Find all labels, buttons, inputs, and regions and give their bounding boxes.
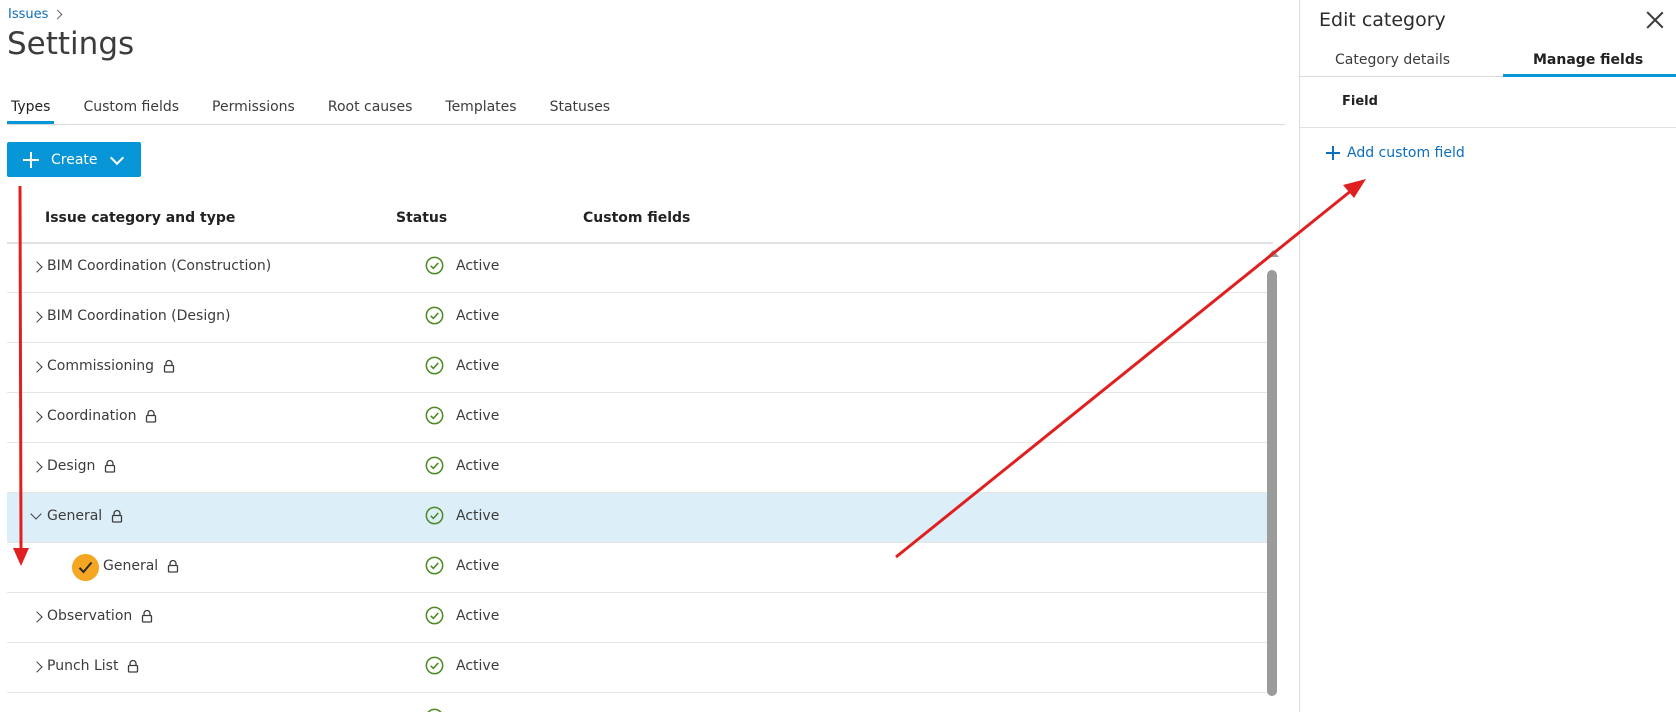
field-table-header: Field [1300, 78, 1676, 128]
breadcrumb: Issues [8, 7, 63, 22]
chevron-right-icon[interactable] [31, 461, 43, 473]
add-custom-field-label: Add custom field [1347, 145, 1465, 161]
checkmark-badge-icon [72, 554, 99, 581]
field-column-label: Field [1342, 94, 1378, 109]
chevron-right-icon[interactable] [31, 411, 43, 423]
status-text: Active [456, 357, 500, 374]
check-circle-icon [425, 456, 444, 475]
table-row[interactable]: Coordination Active [7, 393, 1267, 443]
check-circle-icon [425, 606, 444, 625]
tab-types[interactable]: Types [7, 90, 55, 124]
tab-statuses[interactable]: Statuses [546, 90, 615, 123]
check-circle-icon [425, 556, 444, 575]
panel-title: Edit category [1319, 9, 1446, 31]
tab-category-details[interactable]: Category details [1335, 52, 1450, 68]
chevron-right-icon[interactable] [31, 361, 43, 373]
check-circle-icon [425, 656, 444, 675]
check-circle-icon [425, 406, 444, 425]
lock-icon [163, 359, 175, 373]
add-custom-field-button[interactable]: Add custom field [1326, 145, 1465, 161]
category-name: Observation [47, 608, 133, 624]
breadcrumb-issues-link[interactable]: Issues [8, 7, 48, 22]
status-text: Active [456, 457, 500, 474]
status-text: Active [456, 557, 500, 574]
table-row[interactable]: Commissioning Active [7, 343, 1267, 393]
tab-permissions[interactable]: Permissions [208, 90, 299, 123]
plus-icon [23, 151, 39, 168]
main-content: Issues Settings Types Custom fields Perm… [0, 0, 1300, 712]
header-status: Status [396, 210, 448, 226]
category-name: Commissioning [47, 358, 155, 374]
table-row[interactable]: BIM Coordination (Design) Active [7, 293, 1267, 343]
status-text: Active [456, 657, 500, 674]
table-row[interactable]: Observation Active [7, 593, 1267, 643]
settings-tabs: Types Custom fields Permissions Root cau… [7, 90, 1285, 125]
chevron-right-icon[interactable] [31, 261, 43, 273]
category-name: Punch List [47, 658, 119, 674]
table-header: Issue category and type Status Custom fi… [7, 196, 1273, 244]
tab-manage-fields[interactable]: Manage fields [1533, 52, 1643, 68]
table-row-selected[interactable]: General Active [7, 493, 1267, 543]
tab-templates[interactable]: Templates [441, 90, 520, 123]
lock-icon [128, 659, 139, 673]
check-circle-icon [427, 708, 442, 712]
chevron-right-icon[interactable] [31, 311, 43, 323]
header-custom-fields: Custom fields [583, 210, 691, 226]
table-row[interactable]: Design Active [7, 443, 1267, 493]
create-button-label: Create [51, 151, 98, 168]
panel-tabs: Category details Manage fields [1300, 46, 1676, 77]
table-row-partial [7, 686, 1267, 712]
category-name: Coordination [47, 408, 137, 424]
status-text: Active [456, 507, 500, 524]
status-text: Active [456, 257, 500, 274]
check-circle-icon [425, 506, 444, 525]
category-name: BIM Coordination (Construction) [47, 258, 272, 274]
chevron-down-icon [109, 150, 124, 165]
check-circle-icon [425, 356, 444, 375]
check-circle-icon [425, 306, 444, 325]
lock-icon [142, 609, 153, 623]
header-issue-category: Issue category and type [45, 210, 236, 226]
chevron-right-icon[interactable] [31, 661, 43, 673]
table-row[interactable]: BIM Coordination (Construction) Active [7, 243, 1267, 293]
create-button[interactable]: Create [7, 142, 141, 177]
category-name: BIM Coordination (Design) [47, 308, 231, 324]
table-scrollbar[interactable] [1265, 246, 1279, 712]
scroll-up-arrow-icon[interactable] [1267, 250, 1279, 257]
lock-icon [105, 459, 116, 473]
chevron-down-icon[interactable] [30, 508, 42, 520]
edit-category-panel: Edit category Category details Manage fi… [1299, 0, 1676, 712]
table-row-type[interactable]: General Active [7, 543, 1267, 593]
type-name: General [103, 558, 159, 574]
chevron-right-icon[interactable] [31, 611, 43, 623]
status-text: Active [456, 307, 500, 324]
category-name: General [47, 508, 103, 524]
plus-icon [1326, 146, 1340, 160]
scrollbar-thumb[interactable] [1267, 270, 1277, 696]
category-name: Design [47, 458, 96, 474]
status-text: Active [456, 407, 500, 424]
types-table-body: BIM Coordination (Construction) Active B… [7, 243, 1267, 693]
status-text: Active [456, 607, 500, 624]
active-tab-indicator [1503, 74, 1676, 77]
tab-custom-fields[interactable]: Custom fields [79, 90, 183, 123]
check-circle-icon [425, 256, 444, 275]
lock-icon [146, 409, 157, 423]
chevron-right-icon [52, 9, 63, 20]
lock-icon [112, 509, 123, 523]
lock-icon [168, 559, 179, 573]
close-icon[interactable] [1646, 11, 1664, 29]
page-title: Settings [7, 26, 135, 62]
tab-root-causes[interactable]: Root causes [324, 90, 417, 123]
